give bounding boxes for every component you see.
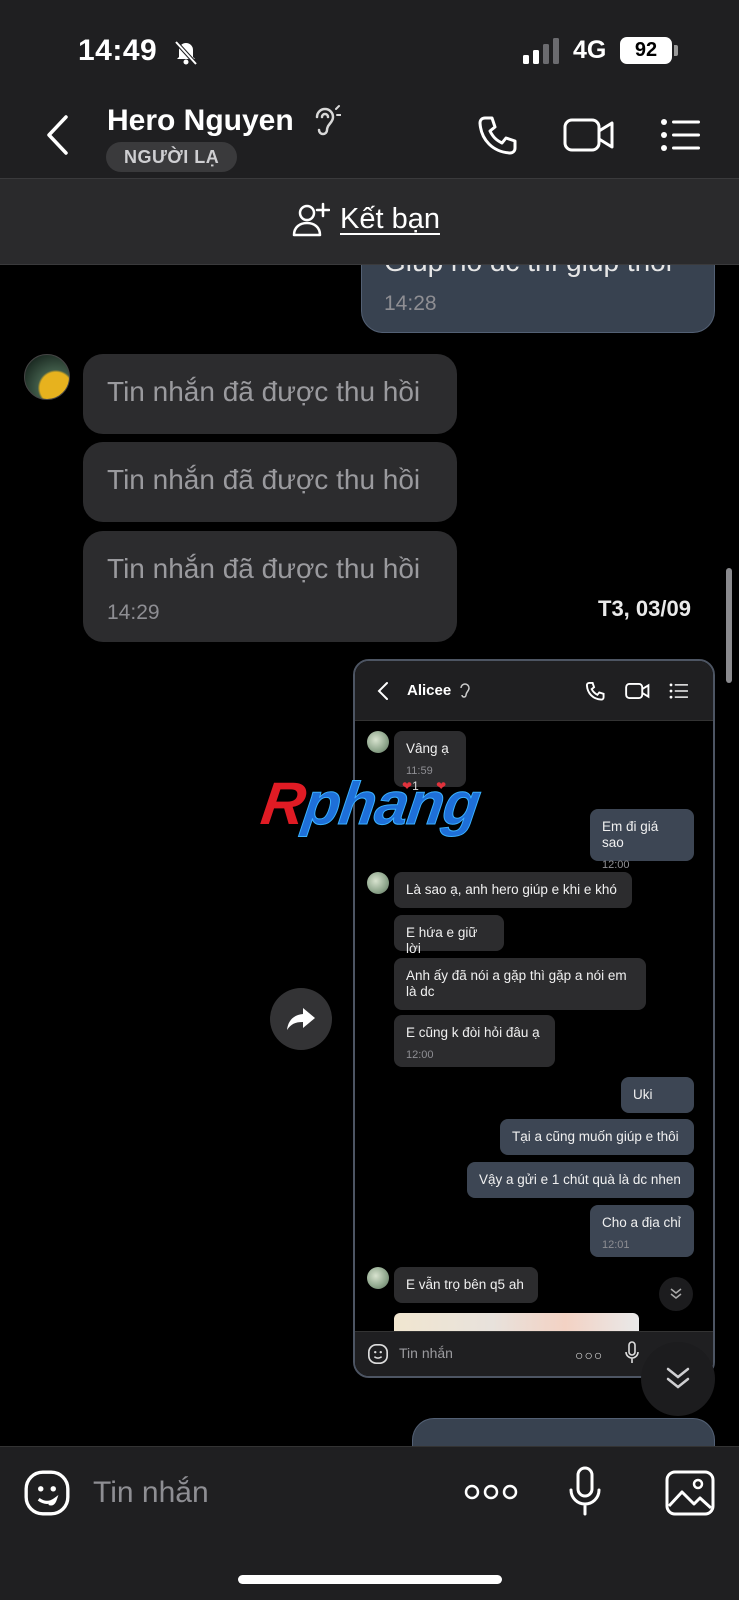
embedded-message-text: Uki: [633, 1087, 653, 1102]
embedded-message: Em đi giá sao 12:00: [590, 809, 694, 871]
recalled-message-text: Tin nhắn đã được thu hồi: [107, 376, 421, 407]
back-chevron-icon[interactable]: [44, 114, 70, 156]
menu-list-icon[interactable]: [660, 118, 702, 152]
embedded-message-time: 12:01: [602, 1239, 630, 1251]
embedded-message-text: Anh ấy đã nói a gặp thì gặp a nói em là …: [406, 968, 627, 999]
video-call-icon: [625, 682, 650, 700]
watermark-logo: Rphang: [257, 770, 485, 838]
status-time: 14:49: [78, 34, 158, 67]
double-chevron-down-icon: [666, 1367, 690, 1389]
more-dots-icon: ○○○: [575, 1347, 604, 1363]
hearing-icon: [315, 105, 341, 136]
embedded-message: Anh ấy đã nói a gặp thì gặp a nói em là …: [394, 958, 646, 1010]
embedded-message: E hứa e giữ lời: [394, 915, 504, 956]
message-bubble-received[interactable]: Tin nhắn đã được thu hồi 14:29: [83, 531, 457, 642]
embedded-message: Vậy a gửi e 1 chút quà là dc nhen: [467, 1162, 694, 1198]
message-bubble-received[interactable]: Tin nhắn đã được thu hồi: [83, 354, 457, 434]
embedded-message-text: Cho a địa chỉ: [602, 1215, 681, 1230]
message-bubble-received[interactable]: Tin nhắn đã được thu hồi: [83, 442, 457, 522]
home-indicator: [238, 1575, 502, 1584]
sticker-icon[interactable]: [22, 1468, 72, 1518]
embedded-message-text: Tại a cũng muốn giúp e thôi: [512, 1129, 679, 1144]
embedded-message: Tại a cũng muốn giúp e thôi: [500, 1119, 694, 1155]
signal-icon: [523, 38, 559, 64]
more-options-icon[interactable]: [464, 1482, 518, 1502]
embedded-message: E cũng k đòi hỏi đâu ạ 12:00: [394, 1015, 555, 1067]
hearing-icon: [460, 683, 470, 698]
back-chevron-icon: [377, 682, 388, 700]
network-type: 4G: [573, 36, 607, 64]
bell-muted-icon: [174, 40, 198, 66]
embedded-scroll-down-button: [659, 1277, 693, 1311]
embedded-input-placeholder: Tin nhắn: [399, 1345, 453, 1361]
embedded-message-time: 12:00: [406, 1049, 434, 1061]
embedded-message-text: Em đi giá sao: [602, 819, 659, 850]
embedded-contact-name: Alicee: [407, 682, 452, 699]
embedded-message-text: Vâng ạ: [406, 741, 449, 756]
embedded-message-time: 12:00: [602, 859, 630, 871]
microphone-icon[interactable]: [568, 1466, 602, 1518]
embedded-message-text: E hứa e giữ lời: [406, 925, 478, 956]
double-chevron-down-icon: [670, 1288, 682, 1299]
date-separator: T3, 03/09: [598, 596, 691, 621]
map-preview-thumbnail: [394, 1313, 639, 1331]
embedded-message-text: Là sao ạ, anh hero giúp e khi e khó: [406, 882, 617, 897]
recalled-message-text: Tin nhắn đã được thu hồi: [107, 553, 421, 584]
embedded-message-text: Vậy a gửi e 1 chút quà là dc nhen: [479, 1172, 681, 1187]
embedded-avatar: [367, 872, 389, 894]
microphone-icon: [625, 1341, 639, 1363]
forward-button[interactable]: [270, 988, 332, 1050]
contact-avatar[interactable]: [24, 354, 70, 400]
stranger-badge: NGƯỜI LẠ: [106, 142, 238, 172]
forward-arrow-icon: [287, 1008, 315, 1030]
add-friend-link[interactable]: Kết bạn: [340, 203, 440, 236]
phone-icon: [585, 681, 605, 701]
embedded-message: Là sao ạ, anh hero giúp e khi e khó: [394, 872, 632, 908]
scrollbar[interactable]: [726, 568, 732, 683]
battery-cap: [674, 45, 678, 56]
scroll-to-bottom-button[interactable]: [641, 1342, 715, 1416]
image-gallery-icon[interactable]: [665, 1470, 715, 1516]
embedded-message-text: E cũng k đòi hỏi đâu ạ: [406, 1025, 540, 1040]
message-time: 14:28: [384, 292, 437, 315]
contact-name[interactable]: Hero Nguyen: [107, 104, 294, 138]
embedded-message: Cho a địa chỉ 12:01: [590, 1205, 694, 1257]
embedded-message: Uki: [621, 1077, 694, 1113]
embedded-avatar: [367, 1267, 389, 1289]
phone-icon[interactable]: [476, 114, 518, 156]
menu-list-icon: [669, 683, 688, 699]
image-message-screenshot[interactable]: Alicee Vâng ạ 11:59 ❤1 ❤ Em đi giá sao 1…: [353, 659, 715, 1378]
recalled-message-text: Tin nhắn đã được thu hồi: [107, 464, 421, 495]
message-input[interactable]: Tin nhắn: [93, 1476, 209, 1510]
video-call-icon[interactable]: [563, 116, 615, 154]
battery-level: 92: [620, 37, 672, 64]
sticker-icon: [368, 1344, 388, 1364]
embedded-message-text: E vẫn trọ bên q5 ah: [406, 1277, 524, 1292]
add-friend-icon[interactable]: [292, 202, 330, 238]
message-time: 14:29: [107, 601, 160, 624]
embedded-avatar: [367, 731, 389, 753]
embedded-message: E vẫn trọ bên q5 ah: [394, 1267, 538, 1303]
